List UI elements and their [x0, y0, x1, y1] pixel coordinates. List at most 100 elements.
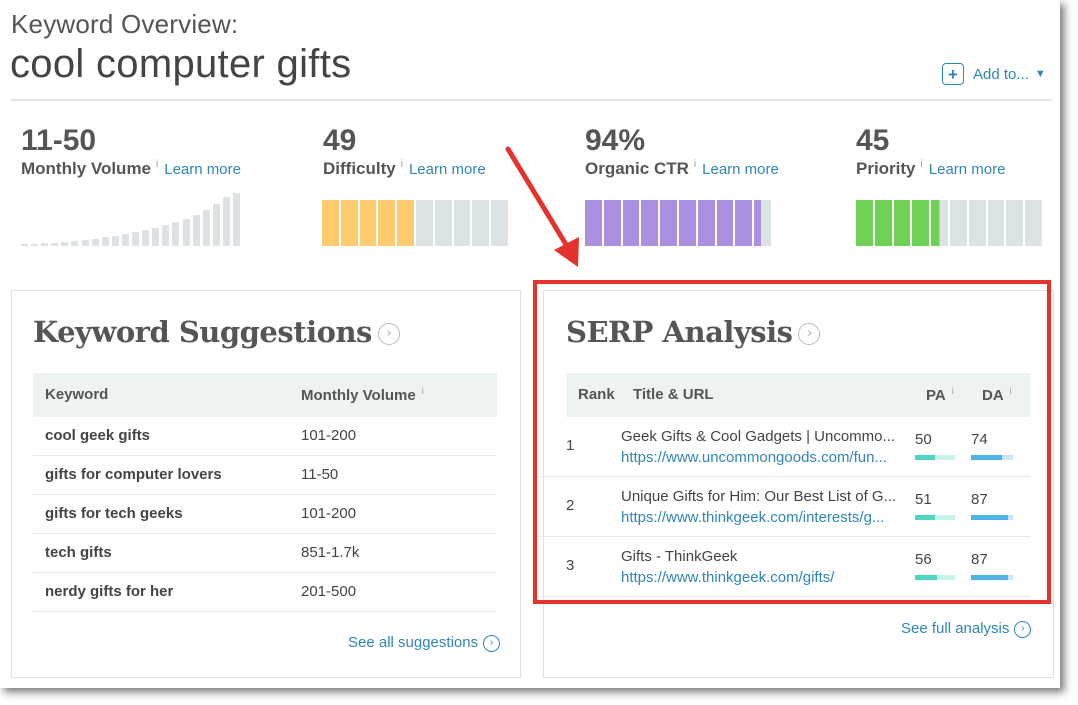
metric-value: 11-50 [21, 124, 97, 157]
gauge-segment [340, 200, 358, 246]
serp-da-value: 87 [971, 491, 988, 508]
serp-rank: 2 [566, 497, 575, 514]
metric-value: 94% [585, 124, 646, 157]
gauge-segment [641, 200, 659, 246]
volume-bar [222, 197, 230, 246]
table-row: 3 Gifts - ThinkGeek https://www.thinkgeek.… [532, 537, 1030, 597]
volume-bar [182, 219, 190, 246]
metric-difficulty: 49 Difficulty i Learn more [323, 124, 486, 179]
serp-result-url[interactable]: https://www.thinkgeek.com/interests/g... [621, 509, 884, 526]
learn-more-link[interactable]: Learn more [929, 161, 1006, 178]
gauge-segment [987, 200, 1005, 246]
column-header-keyword[interactable]: Keyword [45, 386, 108, 403]
suggestion-keyword[interactable]: gifts for tech geeks [45, 505, 183, 522]
annotation-arrow [505, 146, 579, 267]
difficulty-gauge [322, 200, 510, 246]
serp-result-url[interactable]: https://www.thinkgeek.com/gifts/ [621, 569, 834, 586]
gauge-segment [949, 200, 967, 246]
serp-da-value: 87 [971, 551, 988, 568]
serp-result-url[interactable]: https://www.uncommongoods.com/fun... [621, 449, 887, 466]
table-row: gifts for tech geeks 101-200 [33, 495, 497, 534]
organic-ctr-gauge [585, 200, 773, 246]
volume-bar [81, 240, 89, 246]
gauge-segment [378, 200, 396, 246]
chevron-circle-icon[interactable]: › [798, 323, 821, 345]
volume-bar [21, 244, 28, 246]
volume-bar [121, 234, 129, 246]
serp-rank: 3 [566, 557, 575, 574]
pa-bar-fill [915, 515, 936, 520]
column-header-title-url[interactable]: Title & URL [633, 386, 714, 403]
learn-more-link[interactable]: Learn more [164, 161, 241, 178]
card-title-text: SERP Analysis [566, 315, 793, 349]
column-header-pa[interactable]: PA i [926, 386, 954, 404]
column-header-da[interactable]: DA i [982, 386, 1012, 404]
see-all-suggestions-link[interactable]: See all suggestions › [348, 634, 501, 652]
page-title: cool computer gifts [10, 42, 352, 86]
link-label: See all suggestions [348, 634, 479, 651]
volume-bar [51, 243, 59, 246]
table-row: gifts for computer lovers 11-50 [33, 456, 497, 495]
info-icon[interactable]: i [952, 386, 954, 396]
info-icon[interactable]: i [156, 159, 158, 170]
gauge-segment [434, 200, 452, 246]
metric-label: Priority [856, 159, 916, 178]
metric-label: Difficulty [323, 159, 396, 178]
gauge-segment [912, 200, 930, 246]
volume-bar [41, 243, 49, 246]
suggestion-keyword[interactable]: nerdy gifts for her [45, 583, 173, 600]
column-header-rank[interactable]: Rank [578, 386, 615, 403]
info-icon[interactable]: i [694, 159, 696, 170]
gauge-segment [603, 200, 621, 246]
suggestion-volume: 851-1.7k [301, 544, 360, 561]
gauge-segment [874, 200, 892, 246]
info-icon[interactable]: i [401, 159, 403, 170]
column-label: Monthly Volume [301, 387, 416, 404]
volume-trend-bars [21, 193, 243, 246]
info-icon[interactable]: i [1010, 386, 1012, 396]
suggestion-keyword[interactable]: tech gifts [45, 544, 112, 561]
chevron-circle-icon: › [1014, 620, 1032, 638]
gauge-segment [893, 200, 911, 246]
arrow-shaft [505, 146, 573, 254]
volume-bar [101, 237, 109, 246]
volume-bar [111, 236, 119, 246]
serp-da-value: 74 [971, 431, 988, 448]
add-to-label: Add to... [973, 65, 1029, 83]
da-bar [971, 455, 1013, 460]
metric-organic-ctr: 94% Organic CTR i Learn more [585, 124, 779, 179]
info-icon[interactable]: i [921, 159, 923, 170]
add-to-button[interactable]: + Add to... ▼ [942, 62, 1046, 86]
suggestion-volume: 101-200 [301, 505, 357, 522]
plus-icon: + [942, 63, 964, 85]
gauge-segment [697, 200, 715, 246]
card-title-text: Keyword Suggestions [33, 315, 372, 349]
chevron-circle-icon[interactable]: › [377, 323, 400, 345]
column-header-monthly-volume[interactable]: Monthly Volume i [301, 386, 424, 404]
suggestion-keyword[interactable]: gifts for computer lovers [45, 466, 222, 483]
gauge-segment [472, 200, 490, 246]
metric-priority: 45 Priority i Learn more [856, 124, 1005, 179]
da-bar [971, 515, 1013, 520]
volume-bar [132, 232, 140, 246]
da-bar-fill [971, 515, 1008, 520]
see-full-analysis-link[interactable]: See full analysis › [901, 620, 1032, 638]
info-icon[interactable]: i [422, 386, 424, 396]
volume-bar [142, 230, 150, 246]
suggestion-volume: 201-500 [301, 583, 357, 600]
metric-value: 49 [323, 124, 357, 157]
caret-down-icon: ▼ [1034, 68, 1046, 80]
table-row: 2 Unique Gifts for Him: Our Best List of … [532, 477, 1030, 537]
gauge-segment [397, 200, 414, 246]
suggestion-keyword[interactable]: cool geek gifts [45, 427, 150, 444]
learn-more-link[interactable]: Learn more [702, 161, 779, 178]
learn-more-link[interactable]: Learn more [409, 161, 486, 178]
serp-pa-value: 50 [915, 431, 932, 448]
volume-bar [61, 242, 69, 246]
serp-pa-value: 56 [915, 551, 932, 568]
table-row: 1 Geek Gifts & Cool Gadgets | Uncommo... h… [532, 417, 1030, 477]
volume-bar [192, 215, 200, 246]
column-label: DA [982, 387, 1004, 404]
volume-bar [71, 241, 79, 246]
suggestion-volume: 11-50 [301, 466, 339, 483]
